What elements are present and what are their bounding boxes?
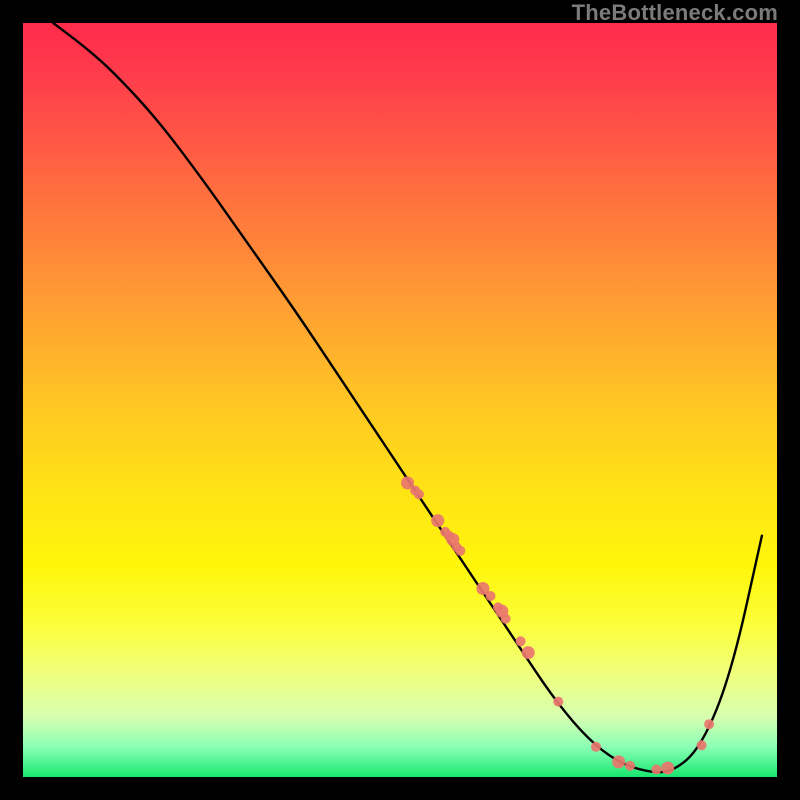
marker-point: [697, 740, 707, 750]
marker-point: [431, 514, 444, 527]
marker-point: [501, 614, 511, 624]
marker-point: [516, 636, 526, 646]
marker-point: [704, 719, 714, 729]
marker-point: [651, 765, 661, 775]
bottleneck-curve: [53, 23, 762, 772]
marker-point: [591, 742, 601, 752]
chart-area: [23, 23, 777, 777]
marker-point: [414, 489, 424, 499]
marker-point: [553, 697, 563, 707]
marker-point: [486, 591, 496, 601]
marker-point: [455, 546, 465, 556]
marker-point: [612, 755, 625, 768]
chart-svg: [23, 23, 777, 777]
marker-point: [522, 646, 535, 659]
watermark-text: TheBottleneck.com: [572, 0, 778, 26]
marker-point: [625, 761, 635, 771]
curve-markers: [401, 476, 714, 774]
marker-point: [661, 762, 674, 775]
